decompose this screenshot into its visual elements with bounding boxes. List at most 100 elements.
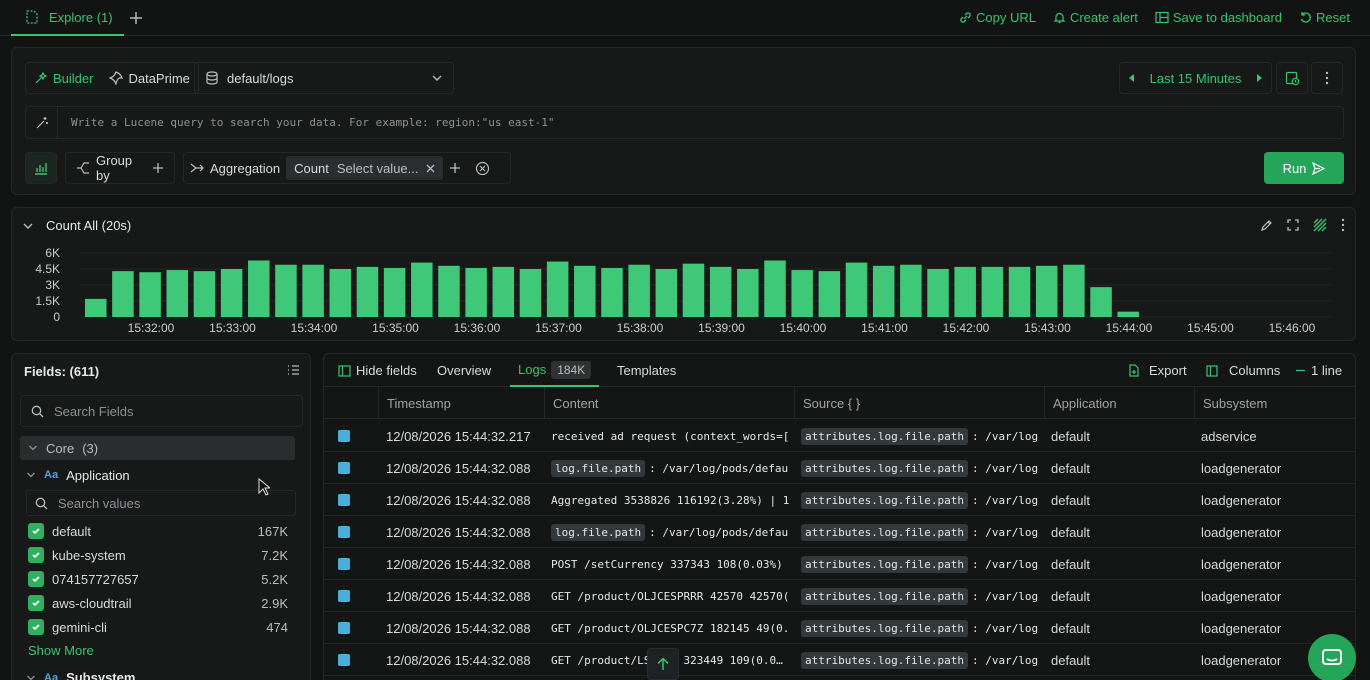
collapse-histogram-icon[interactable]	[22, 220, 34, 232]
histogram-bar[interactable]	[1035, 265, 1058, 317]
histogram-bar[interactable]	[682, 263, 705, 317]
histogram-bar[interactable]	[166, 270, 189, 317]
field-search-box[interactable]: Search Fields	[20, 395, 303, 427]
value-item[interactable]: default 167K	[28, 519, 288, 543]
log-row[interactable]: 12/08/2026 15:44:32.088 log.file.path: /v…	[324, 516, 1355, 548]
histogram-bar[interactable]	[465, 267, 487, 317]
add-tab-icon[interactable]	[127, 9, 145, 27]
magic-wand-icon[interactable]	[26, 107, 58, 138]
log-source-cell[interactable]: attributes.log.file.path: /var/log/p…	[801, 612, 1039, 644]
tab-logs[interactable]: Logs 184K	[510, 354, 600, 387]
histogram-bar[interactable]	[655, 269, 678, 317]
checkbox-checked-icon[interactable]	[28, 523, 44, 539]
value-item[interactable]: gemini-cli 474	[28, 615, 288, 639]
aggregation-value-select[interactable]: Select value...	[337, 161, 419, 176]
columns-button[interactable]: Columns	[1206, 354, 1280, 387]
visualize-chart-button[interactable]	[25, 152, 57, 184]
col-timestamp[interactable]: Timestamp	[378, 387, 544, 419]
histogram-bar[interactable]	[112, 271, 134, 317]
log-row[interactable]: 12/08/2026 15:44:32.088 Aggregated 353882…	[324, 484, 1355, 516]
histogram-bar[interactable]	[85, 298, 107, 317]
reset-button[interactable]: Reset	[1299, 10, 1350, 25]
histogram-bar[interactable]	[193, 271, 216, 317]
value-item[interactable]: 074157727657 5.2K	[28, 567, 288, 591]
log-row[interactable]: 12/08/2026 15:44:32.217 received ad reque…	[324, 420, 1355, 452]
log-source-cell[interactable]: attributes.log.file.path: /var/log/p…	[801, 420, 1039, 452]
checkbox-checked-icon[interactable]	[28, 547, 44, 563]
histogram-bar[interactable]	[1008, 266, 1031, 317]
chart-style-icon[interactable]	[1313, 218, 1327, 232]
time-range-picker[interactable]: Last 15 Minutes	[1119, 62, 1272, 94]
builder-button[interactable]: Builder	[26, 63, 101, 93]
log-row[interactable]: 12/08/2026 15:44:32.088 GET /product/OLJC…	[324, 580, 1355, 612]
log-content-cell[interactable]: log.file.path: /var/log/pods/default…	[551, 516, 789, 548]
checkbox-checked-icon[interactable]	[28, 619, 44, 635]
export-button[interactable]: Export	[1128, 354, 1187, 387]
subsystem-field-group[interactable]: Aa Subsystem	[26, 670, 135, 680]
log-source-cell[interactable]: attributes.log.file.path: /var/log/p…	[801, 644, 1039, 676]
histogram-bar[interactable]	[601, 267, 623, 317]
histogram-bar[interactable]	[302, 264, 324, 317]
log-row[interactable]: 12/08/2026 15:44:32.088 POST /setCurrency…	[324, 548, 1355, 580]
run-button[interactable]: Run	[1264, 152, 1344, 184]
log-content-cell[interactable]: received ad request (context_words=[ha…	[551, 420, 789, 452]
collapse-list-icon[interactable]	[287, 364, 300, 376]
clear-aggregation-icon[interactable]	[475, 161, 490, 176]
col-content[interactable]: Content	[544, 387, 794, 419]
dataprime-button[interactable]: DataPrime	[101, 63, 197, 93]
histogram-bar[interactable]	[737, 269, 759, 317]
histogram-bar[interactable]	[764, 260, 786, 317]
histogram-bar[interactable]	[628, 264, 650, 317]
add-aggregation-icon[interactable]	[449, 162, 461, 174]
hide-fields-button[interactable]: Hide fields	[338, 354, 417, 387]
log-content-cell[interactable]: POST /setCurrency 337343 108(0.03%) | …	[551, 548, 789, 580]
create-alert-button[interactable]: Create alert	[1053, 10, 1138, 25]
value-item[interactable]: kube-system 7.2K	[28, 543, 288, 567]
histogram-bar[interactable]	[546, 261, 569, 317]
histogram-bar[interactable]	[356, 266, 379, 317]
next-range-icon[interactable]	[1255, 73, 1263, 83]
expand-icon[interactable]	[1287, 219, 1299, 231]
histogram-bar[interactable]	[329, 269, 352, 317]
histogram-more-icon[interactable]	[1341, 218, 1345, 232]
histogram-bar[interactable]	[519, 269, 542, 317]
scroll-to-top-button[interactable]	[647, 648, 679, 680]
tab-overview[interactable]: Overview	[437, 354, 491, 387]
log-source-cell[interactable]: attributes.log.file.path: /var/log/p…	[801, 516, 1039, 548]
application-field-group[interactable]: Aa Application	[26, 464, 130, 486]
tab-templates[interactable]: Templates	[617, 354, 676, 387]
line-mode-button[interactable]: 1 line	[1295, 354, 1342, 387]
log-row[interactable]: 12/08/2026 15:44:32.088 GET /product/LS4 …	[324, 644, 1355, 676]
histogram-bar[interactable]	[220, 269, 243, 317]
tab-explore[interactable]: Explore (1)	[11, 0, 124, 36]
histogram-bar[interactable]	[248, 260, 270, 317]
histogram-bar[interactable]	[574, 265, 596, 317]
save-to-dashboard-button[interactable]: Save to dashboard	[1155, 10, 1282, 25]
add-group-icon[interactable]	[152, 162, 164, 174]
histogram-bar[interactable]	[492, 266, 515, 317]
histogram-bar[interactable]	[411, 262, 433, 317]
log-row[interactable]: 12/08/2026 15:44:32.088 GET /product/OLJC…	[324, 612, 1355, 644]
lucene-query-input[interactable]	[58, 116, 1343, 129]
histogram-bar[interactable]	[818, 271, 841, 317]
edit-icon[interactable]	[1260, 219, 1273, 232]
histogram-bar[interactable]	[438, 265, 460, 317]
col-source[interactable]: Source { }	[794, 387, 1044, 419]
value-search-box[interactable]: Search values	[26, 490, 296, 516]
value-item[interactable]: aws-cloudtrail 2.9K	[28, 591, 288, 615]
query-more-button[interactable]	[1311, 62, 1343, 94]
close-icon[interactable]	[426, 164, 435, 173]
core-fields-group[interactable]: Core (3)	[20, 436, 295, 460]
log-source-cell[interactable]: attributes.log.file.path: /var/log/p…	[801, 580, 1039, 612]
histogram-bar[interactable]	[1117, 311, 1139, 317]
aggregation-function[interactable]: Count	[294, 161, 329, 176]
histogram-bar[interactable]	[900, 264, 922, 317]
log-content-cell[interactable]: GET /product/OLJCESPRRR 42570 42570(10…	[551, 580, 789, 612]
checkbox-checked-icon[interactable]	[28, 571, 44, 587]
query-history-button[interactable]	[1276, 62, 1308, 94]
show-more-link[interactable]: Show More	[28, 643, 94, 658]
histogram-bar[interactable]	[1063, 264, 1085, 317]
histogram-bar[interactable]	[275, 264, 297, 317]
col-application[interactable]: Application	[1044, 387, 1194, 419]
histogram-bar[interactable]	[845, 262, 868, 317]
